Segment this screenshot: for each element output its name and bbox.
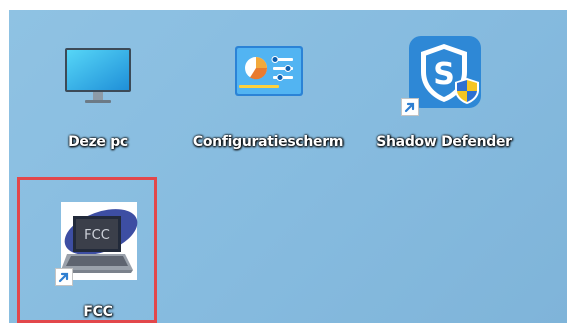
monitor-icon [55, 30, 141, 116]
shadow-defender-shield-icon: S [401, 30, 487, 116]
svg-text:S: S [433, 57, 455, 92]
desktop-icon-label: Deze pc [68, 134, 128, 150]
highlight-box [17, 177, 157, 323]
desktop-icon-this-pc[interactable]: Deze pc [43, 30, 153, 150]
control-panel-icon [225, 30, 311, 116]
desktop-icon-control-panel[interactable]: Configuratiescherm [193, 30, 343, 150]
shortcut-arrow-icon [401, 98, 419, 116]
desktop-icon-shadow-defender[interactable]: S Shadow Defender [376, 30, 512, 150]
desktop-icon-label: Shadow Defender [376, 134, 512, 150]
desktop-icon-label: Configuratiescherm [192, 134, 344, 150]
